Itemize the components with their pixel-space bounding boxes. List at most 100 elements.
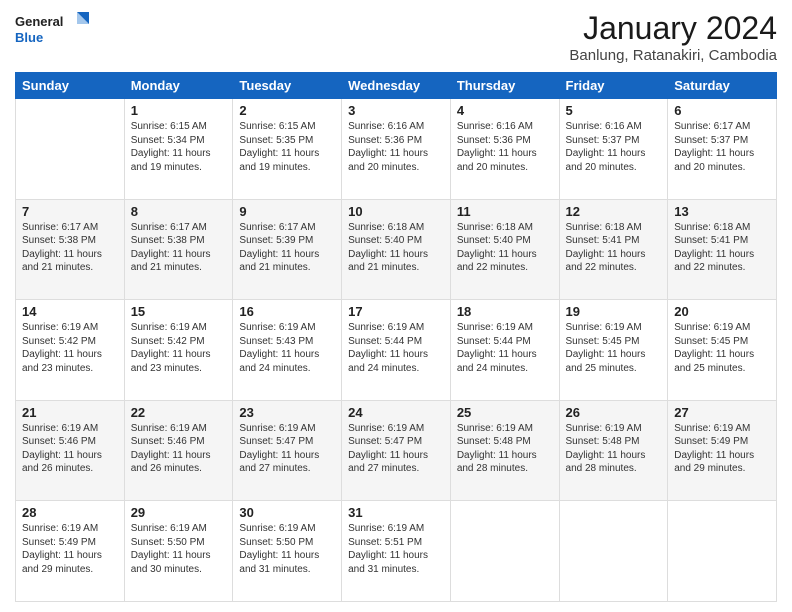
table-row: 10 Sunrise: 6:18 AM Sunset: 5:40 PM Dayli… [342,199,451,300]
day-info: Sunrise: 6:18 AM Sunset: 5:41 PM Dayligh… [674,221,770,275]
day-number: 6 [674,103,770,118]
day-info: Sunrise: 6:17 AM Sunset: 5:37 PM Dayligh… [674,120,770,174]
table-row: 28 Sunrise: 6:19 AM Sunset: 5:49 PM Dayli… [16,501,125,602]
header-monday: Monday [124,73,233,99]
day-info: Sunrise: 6:19 AM Sunset: 5:45 PM Dayligh… [674,321,770,375]
calendar-header-row: Sunday Monday Tuesday Wednesday Thursday… [16,73,777,99]
day-number: 12 [566,204,662,219]
location-subtitle: Banlung, Ratanakiri, Cambodia [569,47,777,64]
day-number: 9 [239,204,335,219]
day-info: Sunrise: 6:15 AM Sunset: 5:35 PM Dayligh… [239,120,335,174]
day-info: Sunrise: 6:19 AM Sunset: 5:43 PM Dayligh… [239,321,335,375]
day-number: 27 [674,405,770,420]
day-number: 21 [22,405,118,420]
table-row: 26 Sunrise: 6:19 AM Sunset: 5:48 PM Dayli… [559,400,668,501]
day-number: 22 [131,405,227,420]
day-number: 18 [457,304,553,319]
day-number: 4 [457,103,553,118]
calendar-week-row: 21 Sunrise: 6:19 AM Sunset: 5:46 PM Dayli… [16,400,777,501]
header-saturday: Saturday [668,73,777,99]
table-row: 31 Sunrise: 6:19 AM Sunset: 5:51 PM Dayli… [342,501,451,602]
day-info: Sunrise: 6:17 AM Sunset: 5:38 PM Dayligh… [22,221,118,275]
table-row: 16 Sunrise: 6:19 AM Sunset: 5:43 PM Dayli… [233,300,342,401]
day-number: 7 [22,204,118,219]
day-number: 28 [22,505,118,520]
table-row: 27 Sunrise: 6:19 AM Sunset: 5:49 PM Dayli… [668,400,777,501]
table-row: 22 Sunrise: 6:19 AM Sunset: 5:46 PM Dayli… [124,400,233,501]
day-number: 10 [348,204,444,219]
table-row: 25 Sunrise: 6:19 AM Sunset: 5:48 PM Dayli… [450,400,559,501]
table-row [450,501,559,602]
logo-svg: General Blue [15,10,95,52]
day-number: 19 [566,304,662,319]
table-row: 4 Sunrise: 6:16 AM Sunset: 5:36 PM Daylig… [450,99,559,200]
table-row: 1 Sunrise: 6:15 AM Sunset: 5:34 PM Daylig… [124,99,233,200]
header-sunday: Sunday [16,73,125,99]
table-row [559,501,668,602]
table-row [16,99,125,200]
day-info: Sunrise: 6:19 AM Sunset: 5:50 PM Dayligh… [131,522,227,576]
day-info: Sunrise: 6:19 AM Sunset: 5:46 PM Dayligh… [22,422,118,476]
header-thursday: Thursday [450,73,559,99]
day-info: Sunrise: 6:19 AM Sunset: 5:44 PM Dayligh… [457,321,553,375]
calendar-week-row: 14 Sunrise: 6:19 AM Sunset: 5:42 PM Dayli… [16,300,777,401]
day-number: 25 [457,405,553,420]
day-info: Sunrise: 6:17 AM Sunset: 5:38 PM Dayligh… [131,221,227,275]
logo: General Blue [15,10,95,52]
day-number: 5 [566,103,662,118]
day-number: 26 [566,405,662,420]
day-info: Sunrise: 6:19 AM Sunset: 5:45 PM Dayligh… [566,321,662,375]
calendar-body: 1 Sunrise: 6:15 AM Sunset: 5:34 PM Daylig… [16,99,777,602]
calendar-week-row: 7 Sunrise: 6:17 AM Sunset: 5:38 PM Daylig… [16,199,777,300]
day-info: Sunrise: 6:18 AM Sunset: 5:40 PM Dayligh… [348,221,444,275]
calendar-table: Sunday Monday Tuesday Wednesday Thursday… [15,72,777,602]
day-info: Sunrise: 6:19 AM Sunset: 5:50 PM Dayligh… [239,522,335,576]
day-number: 3 [348,103,444,118]
day-info: Sunrise: 6:19 AM Sunset: 5:48 PM Dayligh… [457,422,553,476]
table-row: 3Sunrise: 6:16 AM Sunset: 5:36 PM Daylig… [342,99,451,200]
day-number: 23 [239,405,335,420]
day-number: 11 [457,204,553,219]
title-section: January 2024 Banlung, Ratanakiri, Cambod… [569,10,777,64]
table-row: 24Sunrise: 6:19 AM Sunset: 5:47 PM Dayli… [342,400,451,501]
month-title: January 2024 [569,10,777,47]
day-number: 31 [348,505,444,520]
day-info: Sunrise: 6:19 AM Sunset: 5:47 PM Dayligh… [348,422,444,476]
day-number: 16 [239,304,335,319]
day-number: 17 [348,304,444,319]
day-number: 14 [22,304,118,319]
day-info: Sunrise: 6:19 AM Sunset: 5:48 PM Dayligh… [566,422,662,476]
table-row: 29 Sunrise: 6:19 AM Sunset: 5:50 PM Dayli… [124,501,233,602]
day-number: 8 [131,204,227,219]
day-info: Sunrise: 6:19 AM Sunset: 5:51 PM Dayligh… [348,522,444,576]
day-number: 29 [131,505,227,520]
day-number: 15 [131,304,227,319]
page: General Blue January 2024 Banlung, Ratan… [0,0,792,612]
day-info: Sunrise: 6:15 AM Sunset: 5:34 PM Dayligh… [131,120,227,174]
day-info: Sunrise: 6:16 AM Sunset: 5:36 PM Dayligh… [457,120,553,174]
day-info: Sunrise: 6:18 AM Sunset: 5:40 PM Dayligh… [457,221,553,275]
day-info: Sunrise: 6:17 AM Sunset: 5:39 PM Dayligh… [239,221,335,275]
table-row: 5 Sunrise: 6:16 AM Sunset: 5:37 PM Daylig… [559,99,668,200]
table-row: 13 Sunrise: 6:18 AM Sunset: 5:41 PM Dayli… [668,199,777,300]
table-row: 19 Sunrise: 6:19 AM Sunset: 5:45 PM Dayli… [559,300,668,401]
day-info: Sunrise: 6:16 AM Sunset: 5:37 PM Dayligh… [566,120,662,174]
day-info: Sunrise: 6:19 AM Sunset: 5:46 PM Dayligh… [131,422,227,476]
day-info: Sunrise: 6:19 AM Sunset: 5:42 PM Dayligh… [22,321,118,375]
day-info: Sunrise: 6:19 AM Sunset: 5:49 PM Dayligh… [674,422,770,476]
day-number: 13 [674,204,770,219]
calendar-week-row: 1 Sunrise: 6:15 AM Sunset: 5:34 PM Daylig… [16,99,777,200]
day-number: 30 [239,505,335,520]
table-row: 6 Sunrise: 6:17 AM Sunset: 5:37 PM Daylig… [668,99,777,200]
table-row: 7 Sunrise: 6:17 AM Sunset: 5:38 PM Daylig… [16,199,125,300]
table-row: 18 Sunrise: 6:19 AM Sunset: 5:44 PM Dayli… [450,300,559,401]
table-row: 23Sunrise: 6:19 AM Sunset: 5:47 PM Dayli… [233,400,342,501]
day-info: Sunrise: 6:19 AM Sunset: 5:49 PM Dayligh… [22,522,118,576]
table-row: 17Sunrise: 6:19 AM Sunset: 5:44 PM Dayli… [342,300,451,401]
day-number: 1 [131,103,227,118]
header-friday: Friday [559,73,668,99]
svg-text:Blue: Blue [15,30,43,45]
header-wednesday: Wednesday [342,73,451,99]
day-info: Sunrise: 6:18 AM Sunset: 5:41 PM Dayligh… [566,221,662,275]
table-row: 21 Sunrise: 6:19 AM Sunset: 5:46 PM Dayli… [16,400,125,501]
